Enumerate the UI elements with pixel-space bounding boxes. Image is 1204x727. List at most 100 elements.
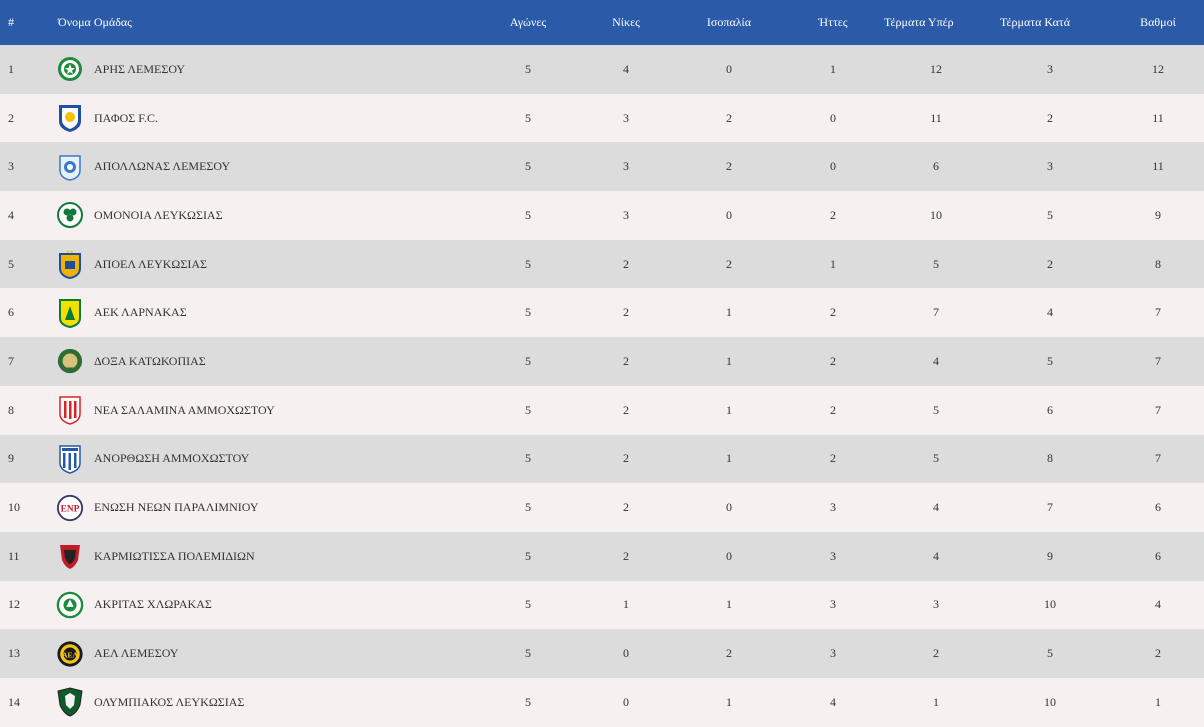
team-name[interactable]: ΚΑΡΜΙΩΤΙΣΣΑ ΠΟΛΕΜΙΔΙΩΝ (94, 549, 255, 564)
team-cell[interactable]: ΝΕΑ ΣΑΛΑΜΙΝΑ ΑΜΜΟΧΩΣΤΟΥ (56, 386, 456, 435)
played-cell: 5 (525, 451, 531, 466)
played-cell: 5 (525, 402, 531, 417)
header-goals-against[interactable]: Τέρματα Κατά (1000, 0, 1070, 45)
points-cell: 6 (1155, 500, 1161, 515)
wins-cell: 2 (623, 451, 629, 466)
team-cell[interactable]: ΑΚΡΙΤΑΣ ΧΛΩΡΑΚΑΣ (56, 581, 456, 630)
team-name[interactable]: ΑΠΟΕΛ ΛΕΥΚΩΣΙΑΣ (94, 257, 207, 272)
team-name[interactable]: ΠΑΦΟΣ F.C. (94, 111, 158, 126)
header-played[interactable]: Αγώνες (488, 0, 568, 45)
team-cell[interactable]: ΑΝΟΡΘΩΣΗ ΑΜΜΟΧΩΣΤΟΥ (56, 435, 456, 484)
team-name[interactable]: ΑΕΚ ΛΑΡΝΑΚΑΣ (94, 305, 187, 320)
goals-against-cell: 3 (1047, 61, 1053, 76)
wins-cell: 0 (623, 646, 629, 661)
draws-cell: 2 (726, 110, 732, 125)
team-name[interactable]: ΟΛΥΜΠΙΑΚΟΣ ΛΕΥΚΩΣΙΑΣ (94, 695, 244, 710)
table-row[interactable]: 6 ΑΕΚ ΛΑΡΝΑΚΑΣ 5 2 1 2 7 4 7 (0, 288, 1204, 338)
team-cell[interactable]: ΠΑΦΟΣ F.C. (56, 94, 456, 143)
header-points[interactable]: Βαθμοί (1118, 0, 1198, 45)
goals-against-cell: 7 (1047, 500, 1053, 515)
losses-cell: 2 (830, 207, 836, 222)
table-row[interactable]: 9 ΑΝΟΡΘΩΣΗ ΑΜΜΟΧΩΣΤΟΥ 5 2 1 2 5 8 7 (0, 434, 1204, 484)
draws-cell: 2 (726, 646, 732, 661)
team-name[interactable]: ΑΕΛ ΛΕΜΕΣΟΥ (94, 646, 178, 661)
team-name[interactable]: ΝΕΑ ΣΑΛΑΜΙΝΑ ΑΜΜΟΧΩΣΤΟΥ (94, 403, 275, 418)
karmiotissa-crest-icon (56, 541, 84, 571)
goals-against-cell: 5 (1047, 646, 1053, 661)
team-cell[interactable]: ΟΛΥΜΠΙΑΚΟΣ ΛΕΥΚΩΣΙΑΣ (56, 678, 456, 727)
draws-cell: 1 (726, 353, 732, 368)
goals-against-cell: 2 (1047, 110, 1053, 125)
table-row[interactable]: 13 ΑΕΛ ΑΕΛ ΛΕΜΕΣΟΥ 5 0 2 3 2 5 2 (0, 629, 1204, 678)
table-row[interactable]: 3 ΑΠΟΛΛΩΝΑΣ ΛΕΜΕΣΟΥ 5 3 2 0 6 3 11 (0, 142, 1204, 192)
team-cell[interactable]: ΟΜΟΝΟΙΑ ΛΕΥΚΩΣΙΑΣ (56, 191, 456, 240)
table-row[interactable]: 7 ΔΟΞΑ ΚΑΤΩΚΟΠΙΑΣ 5 2 1 2 4 5 7 (0, 337, 1204, 386)
goals-for-cell: 1 (933, 694, 939, 709)
aek-larnaca-crest-icon (56, 298, 84, 328)
header-team-name[interactable]: Όνομα Ομάδας (58, 0, 458, 45)
goals-for-cell: 5 (933, 451, 939, 466)
ael-limassol-crest-icon: ΑΕΛ (56, 639, 84, 669)
played-cell: 5 (525, 694, 531, 709)
header-wins[interactable]: Νίκες (586, 0, 666, 45)
header-position: # (8, 15, 14, 29)
losses-cell: 1 (830, 256, 836, 271)
wins-cell: 2 (623, 402, 629, 417)
table-row[interactable]: 5 ★★ ΑΠΟΕΛ ΛΕΥΚΩΣΙΑΣ 5 2 2 1 5 2 8 (0, 239, 1204, 289)
olympiakos-nicosia-crest-icon (56, 687, 84, 717)
table-row[interactable]: 4 ΟΜΟΝΟΙΑ ΛΕΥΚΩΣΙΑΣ 5 3 0 2 10 5 9 (0, 191, 1204, 240)
wins-cell: 2 (623, 500, 629, 515)
team-cell[interactable]: ENP ΕΝΩΣΗ ΝΕΩΝ ΠΑΡΑΛΙΜΝΙΟΥ (56, 483, 456, 532)
points-cell: 7 (1155, 451, 1161, 466)
goals-for-cell: 5 (933, 402, 939, 417)
goals-for-cell: 3 (933, 597, 939, 612)
team-name[interactable]: ΕΝΩΣΗ ΝΕΩΝ ΠΑΡΑΛΙΜΝΙΟΥ (94, 500, 259, 515)
team-name[interactable]: ΟΜΟΝΟΙΑ ΛΕΥΚΩΣΙΑΣ (94, 208, 223, 223)
team-cell[interactable]: ΑΠΟΛΛΩΝΑΣ ΛΕΜΕΣΟΥ (56, 142, 456, 191)
standings-table: # Όνομα Ομάδας Αγώνες Νίκες Ισοπαλία Ήττ… (0, 0, 1204, 727)
table-row[interactable]: 2 ΠΑΦΟΣ F.C. 5 3 2 0 11 2 11 (0, 93, 1204, 143)
position-cell: 7 (8, 353, 14, 368)
losses-cell: 0 (830, 159, 836, 174)
team-cell[interactable]: ΑΕΛ ΑΕΛ ΛΕΜΕΣΟΥ (56, 629, 456, 678)
team-name[interactable]: ΑΡΗΣ ΛΕΜΕΣΟΥ (94, 62, 185, 77)
wins-cell: 2 (623, 256, 629, 271)
table-row[interactable]: 8 ΝΕΑ ΣΑΛΑΜΙΝΑ ΑΜΜΟΧΩΣΤΟΥ 5 2 1 2 5 6 7 (0, 385, 1204, 435)
team-cell[interactable]: ★★ ΑΠΟΕΛ ΛΕΥΚΩΣΙΑΣ (56, 240, 456, 289)
wins-cell: 4 (623, 61, 629, 76)
header-draws[interactable]: Ισοπαλία (689, 0, 769, 45)
table-row[interactable]: 12 ΑΚΡΙΤΑΣ ΧΛΩΡΑΚΑΣ 5 1 1 3 3 10 4 (0, 580, 1204, 630)
anorthosis-crest-icon (56, 444, 84, 474)
wins-cell: 2 (623, 353, 629, 368)
wins-cell: 3 (623, 207, 629, 222)
goals-for-cell: 12 (930, 61, 942, 76)
team-cell[interactable]: ΚΑΡΜΙΩΤΙΣΣΑ ΠΟΛΕΜΙΔΙΩΝ (56, 532, 456, 581)
table-row[interactable]: 1 ΑΡΗΣ ΛΕΜΕΣΟΥ 5 4 0 1 12 3 12 (0, 45, 1204, 94)
played-cell: 5 (525, 110, 531, 125)
team-name[interactable]: ΑΝΟΡΘΩΣΗ ΑΜΜΟΧΩΣΤΟΥ (94, 451, 249, 466)
goals-for-cell: 7 (933, 305, 939, 320)
played-cell: 5 (525, 597, 531, 612)
goals-against-cell: 6 (1047, 402, 1053, 417)
draws-cell: 1 (726, 305, 732, 320)
goals-against-cell: 2 (1047, 256, 1053, 271)
table-row[interactable]: 14 ΟΛΥΜΠΙΑΚΟΣ ΛΕΥΚΩΣΙΑΣ 5 0 1 4 1 10 1 (0, 677, 1204, 727)
team-name[interactable]: ΔΟΞΑ ΚΑΤΩΚΟΠΙΑΣ (94, 354, 206, 369)
draws-cell: 0 (726, 500, 732, 515)
team-cell[interactable]: ΔΟΞΑ ΚΑΤΩΚΟΠΙΑΣ (56, 337, 456, 386)
team-name[interactable]: ΑΠΟΛΛΩΝΑΣ ΛΕΜΕΣΟΥ (94, 159, 230, 174)
header-losses[interactable]: Ήττες (793, 0, 873, 45)
losses-cell: 2 (830, 305, 836, 320)
table-row[interactable]: 11 ΚΑΡΜΙΩΤΙΣΣΑ ΠΟΛΕΜΙΔΙΩΝ 5 2 0 3 4 9 6 (0, 531, 1204, 581)
goals-for-cell: 6 (933, 159, 939, 174)
team-cell[interactable]: ΑΕΚ ΛΑΡΝΑΚΑΣ (56, 288, 456, 337)
header-goals-for[interactable]: Τέρματα Υπέρ (884, 0, 954, 45)
played-cell: 5 (525, 207, 531, 222)
losses-cell: 2 (830, 353, 836, 368)
goals-for-cell: 5 (933, 256, 939, 271)
apoel-crest-icon: ★★ (56, 249, 84, 280)
team-cell[interactable]: ΑΡΗΣ ΛΕΜΕΣΟΥ (56, 45, 456, 94)
position-cell: 6 (8, 305, 14, 320)
team-name[interactable]: ΑΚΡΙΤΑΣ ΧΛΩΡΑΚΑΣ (94, 597, 212, 612)
table-row[interactable]: 10 ENP ΕΝΩΣΗ ΝΕΩΝ ΠΑΡΑΛΙΜΝΙΟΥ 5 2 0 3 4 7 6 (0, 483, 1204, 532)
